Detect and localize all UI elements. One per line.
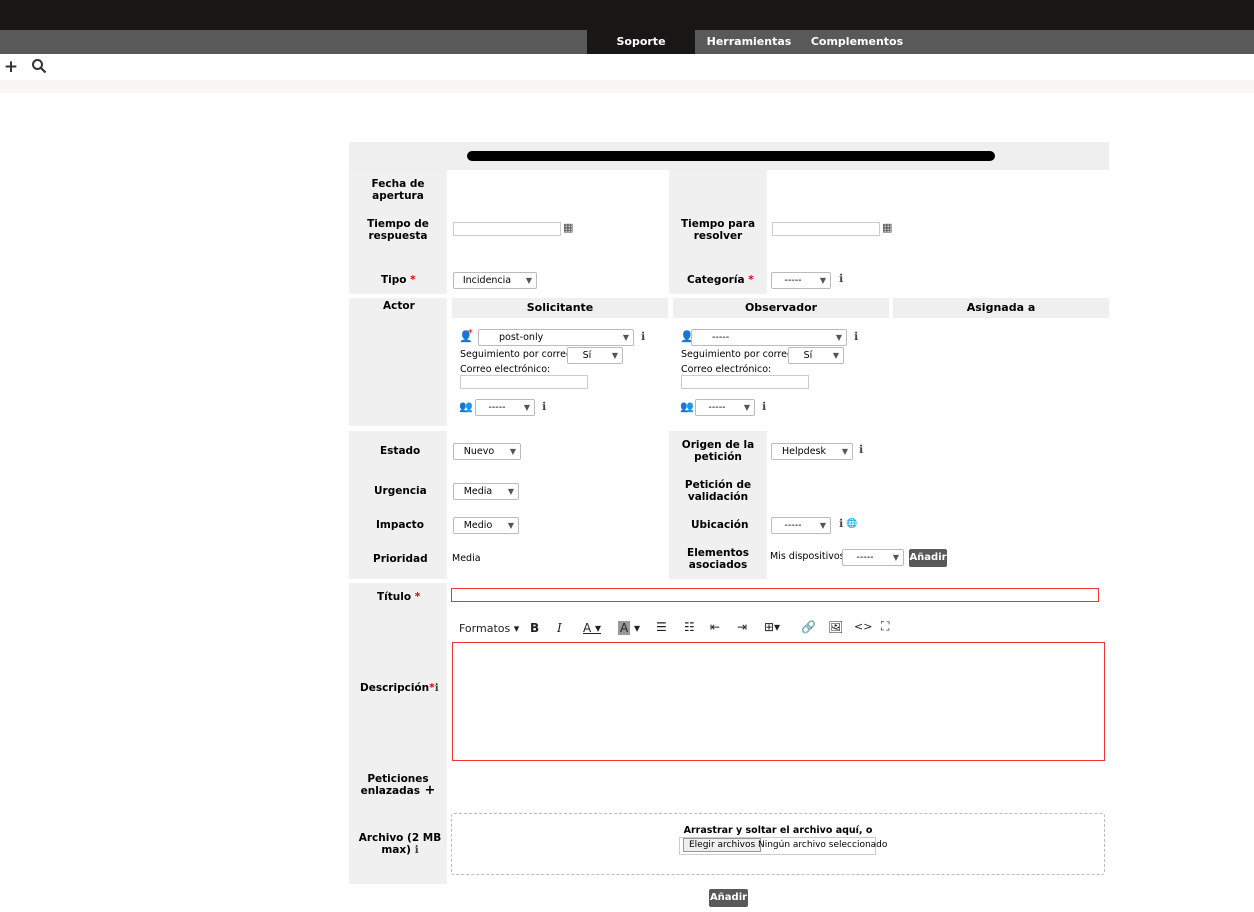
label-prioridad: Prioridad: [373, 553, 428, 565]
seguimiento-select[interactable]: Sí ▼: [567, 347, 623, 364]
label-archivo: Archivo (2 MB max) ℹ: [358, 832, 442, 856]
bg-color-icon[interactable]: A ▾: [618, 621, 640, 635]
grupo-select[interactable]: ----- ▼: [475, 399, 535, 416]
info-icon[interactable]: ℹ: [641, 331, 645, 343]
label-block-actor: [349, 298, 447, 426]
titulo-input[interactable]: [451, 588, 1099, 602]
no-file-text: Ningún archivo seleccionado: [758, 840, 888, 850]
label-impacto: Impacto: [376, 519, 424, 531]
label-estado: Estado: [380, 445, 421, 457]
solicitante-select[interactable]: post-only ▼: [478, 329, 634, 346]
mis-dispositivos-label: Mis dispositivos: [770, 551, 845, 562]
calendar-icon[interactable]: ▦: [882, 222, 892, 234]
text-color-icon[interactable]: A ▾: [583, 621, 601, 635]
estado-select[interactable]: Nuevo ▼: [453, 443, 521, 460]
toolbar: +: [0, 54, 1254, 80]
header-observador: Observador: [673, 298, 889, 318]
label-urgencia: Urgencia: [374, 485, 427, 497]
grupo-select[interactable]: ----- ▼: [695, 399, 755, 416]
formatos-dropdown[interactable]: Formatos ▾: [459, 622, 519, 635]
label-ubicacion: Ubicación: [691, 519, 749, 531]
main-menu: Soporte Herramientas Complementos: [0, 30, 1254, 54]
label-actor: Actor: [383, 300, 415, 312]
info-icon[interactable]: ℹ: [839, 273, 843, 285]
info-icon[interactable]: ℹ: [859, 444, 863, 456]
header-solicitante: Solicitante: [452, 298, 668, 318]
descripcion-editor[interactable]: [452, 642, 1105, 761]
redacted-title: [467, 151, 995, 161]
dispositivos-select[interactable]: ----- ▼: [842, 549, 904, 566]
tiempo-respuesta-input[interactable]: [453, 222, 561, 236]
origen-select[interactable]: Helpdesk ▼: [771, 443, 853, 460]
calendar-icon[interactable]: ▦: [563, 222, 573, 234]
correo-label: Correo electrónico:: [460, 364, 551, 375]
drop-text: Arrastrar y soltar el archivo aquí, o: [683, 825, 873, 836]
label-origen: Origen de la petición: [681, 439, 755, 463]
correo-input[interactable]: [460, 375, 588, 389]
info-icon[interactable]: ℹ: [854, 331, 858, 343]
label-tipo: Tipo *: [381, 274, 416, 286]
italic-icon[interactable]: I: [557, 621, 562, 635]
image-icon[interactable]: 🖼: [828, 620, 843, 634]
bold-icon[interactable]: B: [530, 621, 539, 635]
correo-label: Correo electrónico:: [681, 364, 772, 375]
group-icon: 👥: [459, 400, 473, 413]
ubicacion-select[interactable]: ----- ▼: [771, 517, 831, 534]
menu-herramientas[interactable]: Herramientas: [702, 30, 796, 54]
label-descripcion: Descripción*ℹ: [360, 682, 439, 694]
prioridad-value: Media: [452, 553, 481, 564]
label-fecha-apertura: Fecha de apertura: [371, 178, 425, 202]
info-icon[interactable]: ℹ: [762, 401, 766, 413]
impacto-select[interactable]: Medio ▼: [453, 517, 519, 534]
group-icon: 👥: [680, 400, 694, 413]
info-icon[interactable]: ℹ: [839, 518, 843, 530]
menu-soporte[interactable]: Soporte: [587, 30, 695, 54]
tiempo-resolver-input[interactable]: [772, 222, 880, 236]
indent-icon[interactable]: ⇥: [737, 620, 747, 634]
fullscreen-icon[interactable]: ⛶: [881, 619, 889, 634]
observador-select[interactable]: ----- ▼: [691, 329, 847, 346]
info-icon[interactable]: ℹ: [542, 401, 546, 413]
table-icon[interactable]: ⊞▾: [764, 620, 780, 634]
add-item-button[interactable]: Añadir: [909, 549, 947, 567]
label-validacion: Petición de validación: [684, 479, 752, 503]
bullet-list-icon[interactable]: ☰: [656, 620, 667, 634]
choose-files-button[interactable]: Elegir archivos: [683, 838, 762, 852]
label-tiempo-resolver: Tiempo para resolver: [680, 218, 756, 242]
submit-button[interactable]: Añadir: [709, 889, 748, 907]
header-asignada: Asignada a: [893, 298, 1109, 318]
categoria-select[interactable]: ----- ▼: [771, 272, 831, 289]
seguimiento-label: Seguimiento por correo: [681, 349, 793, 360]
code-icon[interactable]: <>: [854, 620, 872, 633]
outdent-icon[interactable]: ⇤: [710, 620, 720, 634]
required-mark: *: [468, 328, 473, 339]
search-icon[interactable]: [30, 58, 48, 76]
menu-complementos[interactable]: Complementos: [806, 30, 908, 54]
urgencia-select[interactable]: Media ▼: [453, 483, 519, 500]
tipo-select[interactable]: Incidencia ▼: [453, 272, 537, 289]
plus-icon[interactable]: +: [2, 58, 20, 76]
label-elementos: Elementos asociados: [687, 547, 749, 571]
link-icon[interactable]: 🔗: [801, 620, 816, 634]
toolbar-strip: [0, 80, 1254, 93]
seguimiento-label: Seguimiento por correo: [460, 349, 572, 360]
seguimiento-select[interactable]: Sí ▼: [788, 347, 844, 364]
label-categoria: Categoría *: [687, 274, 754, 286]
correo-input[interactable]: [681, 375, 809, 389]
globe-icon[interactable]: 🌐: [846, 518, 857, 530]
label-titulo: Título *: [377, 591, 421, 603]
numbered-list-icon[interactable]: ☷: [684, 620, 695, 634]
top-bar: [0, 0, 1254, 30]
ticket-form: Fecha de apertura Tiempo de respuesta ▦ …: [349, 142, 1109, 907]
label-tiempo-respuesta: Tiempo de respuesta: [367, 218, 429, 242]
label-peticiones: Peticiones enlazadas +: [360, 773, 436, 798]
